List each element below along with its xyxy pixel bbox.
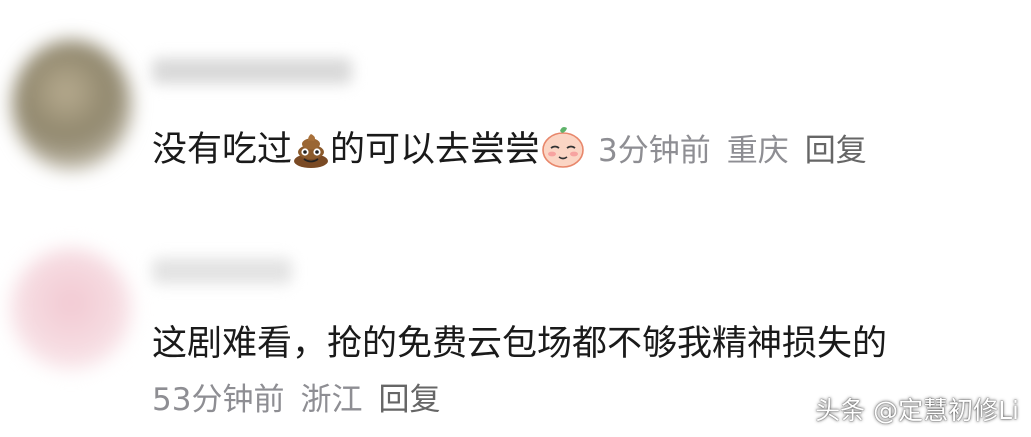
comment-time: 53分钟前 [152,382,285,418]
reply-button[interactable]: 回复 [805,133,867,169]
sticker-emoji-icon [542,127,584,168]
watermark: 头条 @定慧初修Li [815,396,1019,425]
comment-text: 没有吃过 的可以去尝尝 3分钟前 重庆 回复 [152,123,883,173]
comment-text-part: 的可以去尝尝 [330,130,541,170]
comment-text: 这剧难看，抢的免费云包场都不够我精神损失的 [152,324,888,364]
username[interactable] [152,58,352,84]
comment-meta: 3分钟前 重庆 回复 [598,133,883,169]
avatar[interactable] [12,40,132,170]
comment-item: 没有吃过 的可以去尝尝 3分钟前 重庆 回复 [0,0,1031,230]
comment-location: 浙江 [300,382,363,418]
username[interactable] [152,258,292,284]
avatar[interactable] [10,248,132,370]
poop-emoji-icon [294,134,329,168]
comment-time: 3分钟前 [598,133,711,169]
reply-button[interactable]: 回复 [378,382,440,418]
comment-location: 重庆 [726,133,789,169]
comment-text-part: 没有吃过 [152,130,293,170]
comment-meta: 53分钟前 浙江 回复 [152,380,456,420]
